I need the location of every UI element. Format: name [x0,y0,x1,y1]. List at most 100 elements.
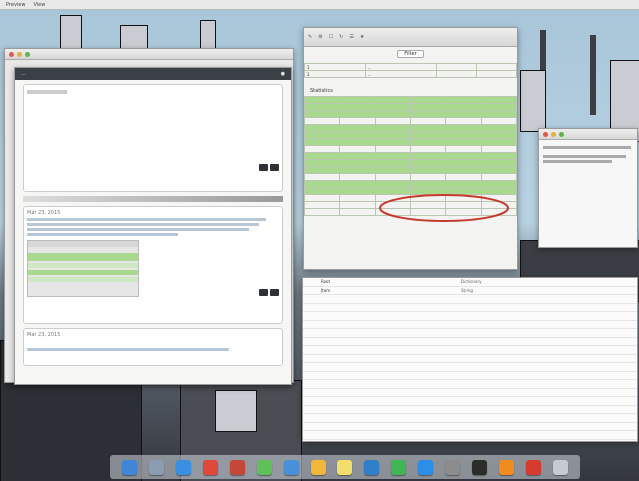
toolbar-icon[interactable]: ★ [360,34,364,40]
table-cell [304,110,341,118]
table-cell [445,152,482,160]
terminal-icon[interactable] [472,459,488,475]
plist-row[interactable] [303,363,637,372]
table-cell [480,166,517,174]
filter-button[interactable]: Filter [397,50,424,58]
database-window[interactable]: ✎ ⚙ ☐ ↻ ☰ ★ Filter 1... 2... Statistics [303,27,518,270]
app-store-icon[interactable] [418,459,434,475]
toolbar-icon[interactable]: ✎ [308,34,312,40]
safari-icon[interactable] [175,459,191,475]
table-cell [409,180,447,188]
launchpad-icon[interactable] [148,459,164,475]
close-button[interactable] [9,51,14,57]
chrome-icon[interactable] [202,459,218,475]
menu-item-view[interactable]: View [33,2,45,8]
table-row[interactable] [304,110,517,118]
plist-row[interactable] [303,431,637,440]
table-row[interactable] [304,131,517,139]
reply-button[interactable] [259,289,268,296]
messages-icon[interactable] [256,459,272,475]
plist-row[interactable] [303,406,637,414]
table-cell [409,117,447,125]
plist-row[interactable] [303,440,637,442]
table-row[interactable]: 2... [304,70,517,78]
plist-row[interactable] [303,414,637,423]
table-row[interactable] [304,159,517,167]
plist-row[interactable] [303,295,637,304]
plist-row[interactable] [303,423,637,431]
minimize-button[interactable] [17,51,22,57]
table-cell [339,208,376,216]
xcode-icon[interactable] [364,459,380,475]
console-window[interactable] [538,128,638,248]
trash-icon[interactable] [552,459,568,475]
user-icon[interactable]: ● [281,71,285,77]
table-row[interactable] [304,166,517,174]
window-titlebar[interactable] [539,129,637,140]
plist-row[interactable] [303,355,637,363]
plist-row[interactable] [303,312,637,321]
more-button[interactable] [270,164,279,171]
table-cell [480,117,517,125]
table-cell [304,117,341,125]
plist-row[interactable] [303,338,637,346]
mail-icon[interactable] [283,459,299,475]
plist-row[interactable] [303,372,637,380]
toolbar-icon[interactable]: ↻ [339,34,343,40]
table-row[interactable] [304,124,517,132]
window-titlebar[interactable] [5,49,293,60]
toolbar-icon[interactable]: ☐ [329,34,333,40]
table-cell [304,103,341,111]
table-row[interactable] [304,103,517,111]
finder-icon[interactable] [121,459,137,475]
table-cell [480,131,517,139]
table-row[interactable] [304,145,517,153]
plist-row[interactable] [303,321,637,329]
plist-row[interactable] [303,304,637,312]
menu-item-preview[interactable]: Preview [6,2,25,8]
table-cell [304,208,341,216]
plist-row[interactable] [303,389,637,397]
reply-button[interactable] [259,164,268,171]
table-row[interactable] [304,96,517,104]
plist-row[interactable]: Item String [303,287,637,295]
toolbar-icon[interactable]: ⚙ [318,34,322,40]
system-preferences-icon[interactable] [445,459,461,475]
minimize-button[interactable] [551,131,556,137]
photos-icon[interactable] [310,459,326,475]
table-cell [374,152,411,160]
zoom-button[interactable] [559,131,564,137]
spotify-icon[interactable] [391,459,407,475]
plist-row[interactable] [303,380,637,389]
table-row[interactable] [304,173,517,181]
plist-row[interactable] [303,397,637,406]
more-button[interactable] [270,289,279,296]
table-row[interactable] [304,117,517,125]
plist-row[interactable] [303,329,637,338]
table-cell [339,131,376,139]
table-row[interactable] [304,180,517,188]
notes-icon[interactable] [337,459,353,475]
plist-row[interactable] [303,346,637,355]
table-row[interactable] [304,152,517,160]
table-cell [409,110,447,118]
wallpaper-building [215,390,257,432]
table-cell [374,96,411,104]
chat-header: ... ● [15,68,291,80]
table-cell [339,159,376,167]
toolbar-icon[interactable]: ☰ [349,34,353,40]
table-cell [445,117,482,125]
chat-window[interactable]: ... ● Mar 23, 2015 Mar 23, 2015 [14,67,292,385]
photo-booth-icon[interactable] [229,459,245,475]
close-button[interactable] [543,131,548,137]
vlc-icon[interactable] [499,459,515,475]
plist-window[interactable]: Root Dictionary Item String [302,277,638,442]
table-row[interactable]: 1... [304,63,517,71]
db-toolbar: ✎ ⚙ ☐ ↻ ☰ ★ [304,28,517,47]
filezilla-icon[interactable] [526,459,541,475]
plist-row[interactable]: Root Dictionary [303,278,637,287]
table-cell [480,96,517,104]
table-row[interactable] [304,138,517,146]
table-cell [374,138,411,146]
zoom-button[interactable] [25,51,30,57]
